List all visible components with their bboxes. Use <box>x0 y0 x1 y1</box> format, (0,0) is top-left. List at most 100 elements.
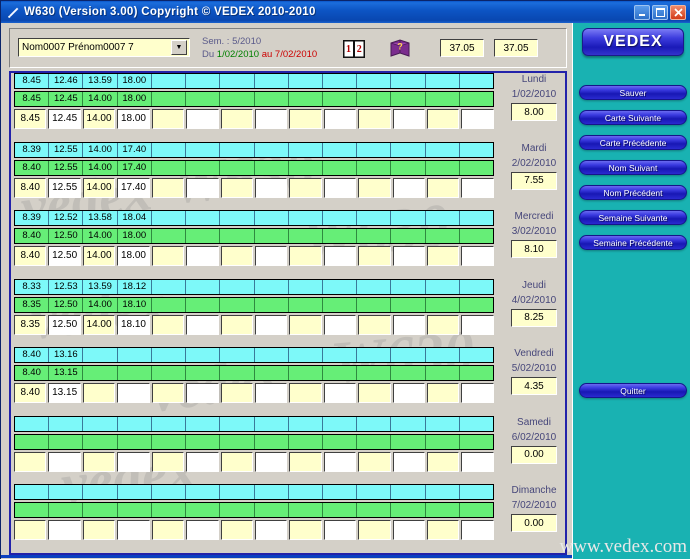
punch-input[interactable] <box>461 109 494 129</box>
punch-input[interactable] <box>254 383 288 403</box>
punch-input[interactable] <box>289 109 322 129</box>
employee-select[interactable]: Nom0007 Prénom0007 7 ▼ <box>18 38 190 57</box>
punch-input[interactable]: 18.00 <box>117 246 150 266</box>
maximize-button[interactable] <box>652 4 668 20</box>
punch-input[interactable] <box>392 314 426 335</box>
punch-input[interactable] <box>427 520 460 540</box>
punch-input[interactable] <box>427 177 460 198</box>
numbered-book-icon[interactable]: 1 2 <box>342 39 366 59</box>
punch-input[interactable] <box>461 451 494 472</box>
punch-input[interactable]: 8.35 <box>14 314 47 335</box>
punch-input[interactable] <box>186 451 219 472</box>
close-button[interactable] <box>670 4 686 20</box>
punch-input[interactable] <box>427 109 460 129</box>
punch-input[interactable]: 12.55 <box>48 177 81 198</box>
punch-input[interactable] <box>186 109 219 129</box>
punch-input[interactable] <box>151 109 185 129</box>
punch-input[interactable] <box>289 383 322 403</box>
punch-input[interactable] <box>220 520 253 540</box>
help-book-icon[interactable]: ? <box>388 37 412 61</box>
punch-input[interactable] <box>392 383 426 403</box>
punch-input[interactable] <box>358 109 391 129</box>
punch-input[interactable] <box>151 520 185 540</box>
punch-input[interactable] <box>254 246 288 266</box>
quit-button[interactable]: Quitter <box>579 383 687 398</box>
punch-input[interactable] <box>186 177 219 198</box>
punch-input[interactable] <box>117 451 150 472</box>
previous-week-button[interactable]: Semaine Précédente <box>579 235 687 250</box>
previous-card-button[interactable]: Carte Précédente <box>579 135 687 150</box>
punch-input[interactable] <box>254 109 288 129</box>
punch-input[interactable]: 12.50 <box>48 246 81 266</box>
punch-input[interactable] <box>358 246 391 266</box>
punch-input[interactable] <box>14 520 47 540</box>
next-card-button[interactable]: Carte Suivante <box>579 110 687 125</box>
punch-input[interactable] <box>48 451 81 472</box>
punch-input[interactable] <box>323 314 357 335</box>
punch-input[interactable] <box>427 451 460 472</box>
punch-input[interactable] <box>461 520 494 540</box>
next-week-button[interactable]: Semaine Suivante <box>579 210 687 225</box>
punch-input[interactable] <box>220 177 253 198</box>
punch-input[interactable] <box>358 177 391 198</box>
punch-input[interactable] <box>117 383 150 403</box>
next-name-button[interactable]: Nom Suivant <box>579 160 687 175</box>
punch-input[interactable] <box>323 177 357 198</box>
punch-input[interactable] <box>392 177 426 198</box>
punch-input[interactable]: 12.45 <box>48 109 81 129</box>
punch-input[interactable] <box>461 246 494 266</box>
punch-input[interactable] <box>82 520 116 540</box>
punch-input[interactable] <box>151 246 185 266</box>
punch-input[interactable] <box>289 246 322 266</box>
punch-input[interactable] <box>254 451 288 472</box>
punch-input[interactable] <box>392 520 426 540</box>
punch-input[interactable] <box>392 109 426 129</box>
punch-input[interactable] <box>151 314 185 335</box>
punch-input[interactable] <box>289 451 322 472</box>
punch-input[interactable] <box>186 383 219 403</box>
punch-input[interactable] <box>323 383 357 403</box>
punch-input[interactable] <box>117 520 150 540</box>
punch-input[interactable] <box>254 177 288 198</box>
minimize-button[interactable] <box>634 4 650 20</box>
punch-input[interactable]: 17.40 <box>117 177 150 198</box>
punch-input[interactable]: 8.40 <box>14 246 47 266</box>
punch-input[interactable] <box>461 177 494 198</box>
punch-input[interactable] <box>82 383 116 403</box>
punch-input[interactable] <box>186 520 219 540</box>
punch-input[interactable]: 14.00 <box>82 109 116 129</box>
punch-input[interactable]: 8.40 <box>14 383 47 403</box>
punch-input[interactable] <box>151 383 185 403</box>
punch-input[interactable] <box>186 314 219 335</box>
punch-input[interactable] <box>289 314 322 335</box>
punch-input[interactable]: 13.15 <box>48 383 81 403</box>
punch-input[interactable] <box>82 451 116 472</box>
punch-input[interactable] <box>14 451 47 472</box>
punch-input[interactable]: 18.00 <box>117 109 150 129</box>
punch-input[interactable] <box>323 246 357 266</box>
punch-input[interactable] <box>427 383 460 403</box>
punch-input[interactable] <box>323 451 357 472</box>
punch-input[interactable] <box>254 520 288 540</box>
save-button[interactable]: Sauver <box>579 85 687 100</box>
punch-input[interactable] <box>461 314 494 335</box>
punch-input[interactable] <box>151 177 185 198</box>
chevron-down-icon[interactable]: ▼ <box>171 40 187 55</box>
punch-input[interactable] <box>358 520 391 540</box>
punch-input[interactable] <box>323 109 357 129</box>
punch-input[interactable] <box>392 451 426 472</box>
punch-input[interactable]: 14.00 <box>82 314 116 335</box>
punch-input[interactable] <box>220 451 253 472</box>
system-menu-icon[interactable] <box>5 4 21 20</box>
punch-input[interactable] <box>254 314 288 335</box>
punch-input[interactable] <box>323 520 357 540</box>
punch-input[interactable] <box>427 246 460 266</box>
punch-input[interactable]: 14.00 <box>82 246 116 266</box>
previous-name-button[interactable]: Nom Précédent <box>579 185 687 200</box>
punch-input[interactable]: 12.50 <box>48 314 81 335</box>
punch-input[interactable]: 18.10 <box>117 314 150 335</box>
punch-input[interactable] <box>358 451 391 472</box>
punch-input[interactable] <box>461 383 494 403</box>
punch-input[interactable] <box>358 314 391 335</box>
punch-input[interactable] <box>220 383 253 403</box>
